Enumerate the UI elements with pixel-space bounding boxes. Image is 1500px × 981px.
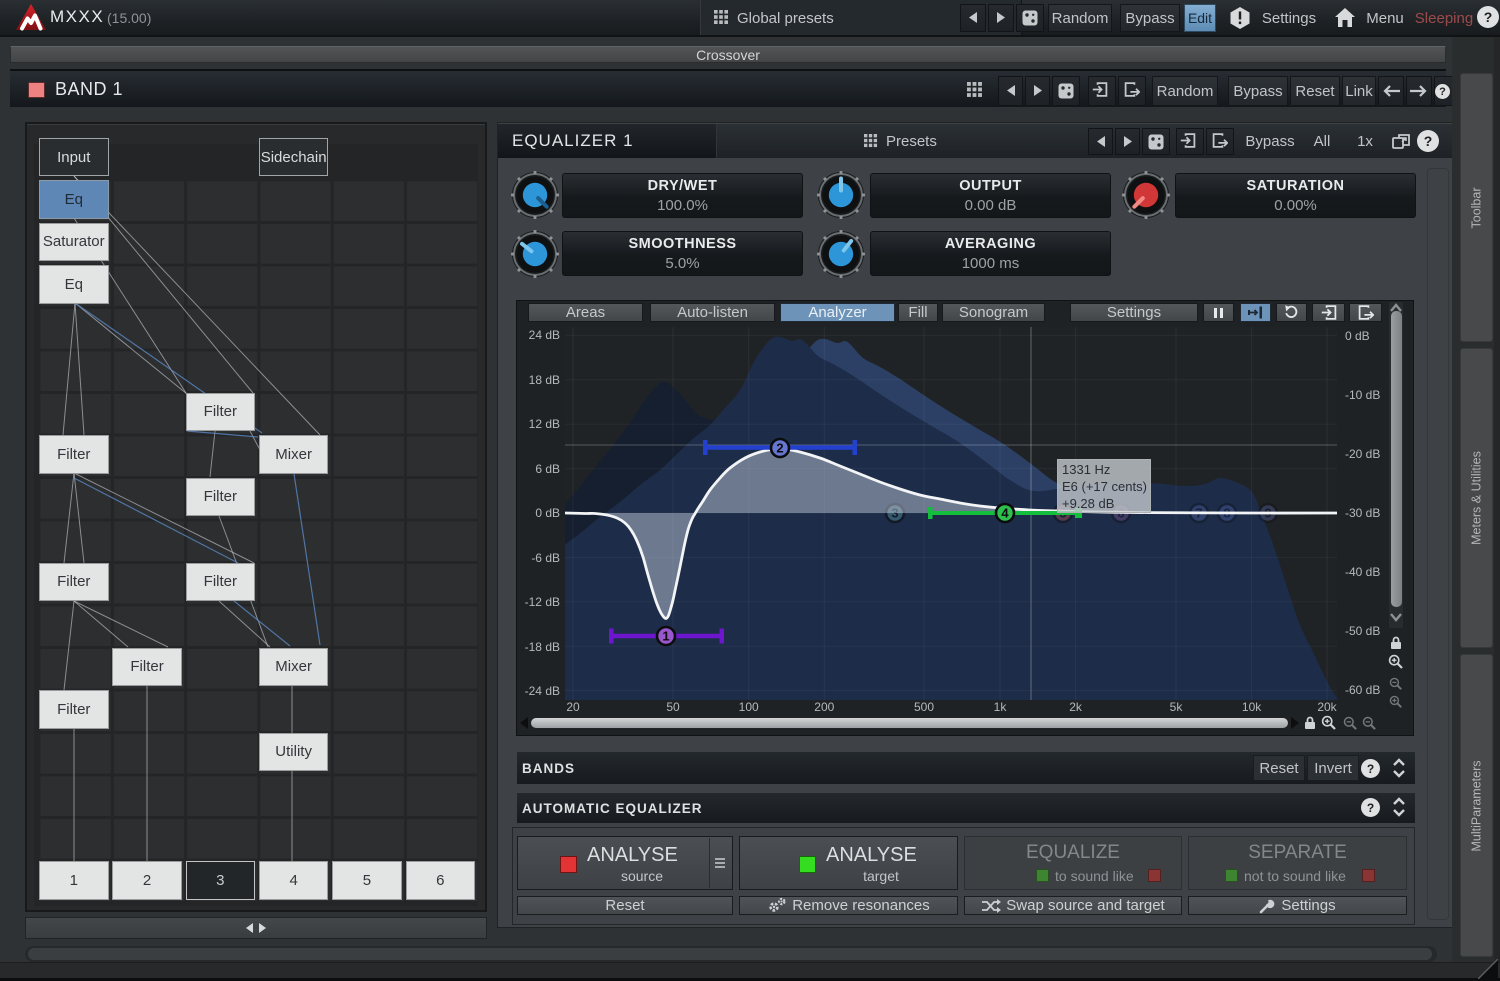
svg-text:4: 4 xyxy=(1001,506,1009,521)
svg-text:1: 1 xyxy=(662,629,669,644)
svg-text:2: 2 xyxy=(776,441,783,456)
